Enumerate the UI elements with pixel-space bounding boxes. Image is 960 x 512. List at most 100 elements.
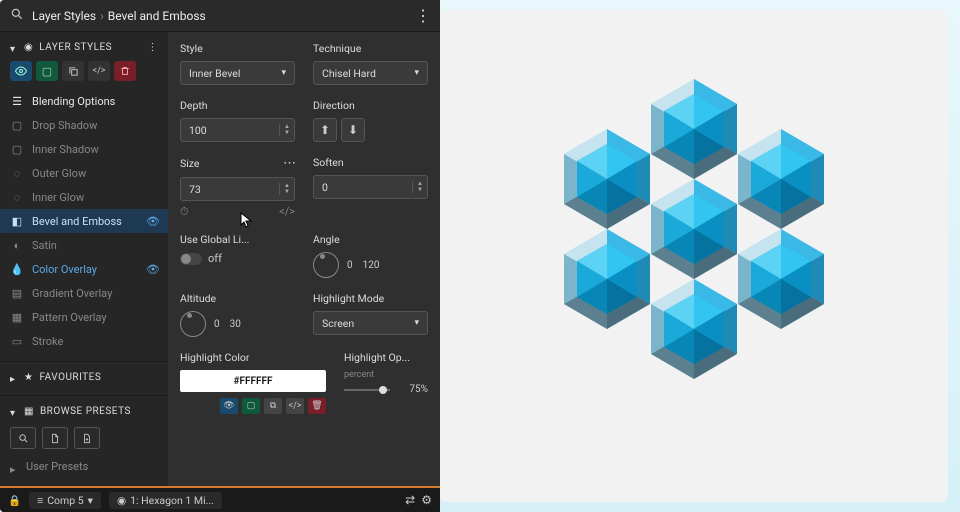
direction-up-button[interactable]: ⬆: [313, 118, 337, 142]
label-altitude: Altitude: [180, 292, 295, 305]
chevron-right-icon: ▸: [10, 463, 18, 471]
stepper-icon[interactable]: ▲▼: [412, 181, 423, 193]
stopwatch-icon[interactable]: ⏱: [180, 205, 189, 219]
section-layer-styles[interactable]: ▾ ◉ LAYER STYLES ⋮: [0, 38, 168, 57]
swatch-icon: ▦: [24, 406, 34, 417]
label-direction: Direction: [313, 99, 428, 112]
select-technique[interactable]: Chisel Hard▾: [313, 61, 428, 85]
stepper-icon[interactable]: ▲▼: [279, 183, 290, 195]
select-style[interactable]: Inner Bevel▾: [180, 61, 295, 85]
square-icon: ▢: [10, 142, 24, 156]
section-favourites[interactable]: ▸ ★ FAVOURITES: [0, 368, 168, 387]
label-technique: Technique: [313, 42, 428, 55]
section-label: FAVOURITES: [39, 372, 101, 383]
sidebar-item-blending[interactable]: ☰Blending Options: [0, 89, 168, 113]
sidebar-item-outer-glow[interactable]: ◌Outer Glow: [0, 161, 168, 185]
sidebar-item-pattern-overlay[interactable]: ▦Pattern Overlay: [0, 305, 168, 329]
section-label: BROWSE PRESETS: [40, 406, 131, 417]
sync-icon[interactable]: ⇄: [405, 493, 415, 507]
preset-file-button[interactable]: [42, 427, 68, 449]
label-highlight-mode: Highlight Mode: [313, 292, 428, 305]
breadcrumb-root[interactable]: Layer Styles: [32, 9, 96, 23]
sidebar-item-gradient-overlay[interactable]: ▤Gradient Overlay: [0, 281, 168, 305]
blend-icon: ☰: [10, 94, 24, 108]
toggle-global-light[interactable]: off: [180, 252, 295, 265]
mini-code-icon[interactable]: </>: [286, 398, 304, 414]
lock-icon[interactable]: 🔒: [8, 494, 21, 507]
more-icon[interactable]: ⋯: [283, 156, 295, 171]
pattern-icon: ▦: [10, 310, 24, 324]
input-soften[interactable]: 0▲▼: [313, 175, 428, 199]
search-icon[interactable]: [10, 7, 24, 24]
layer-styles-panel: Layer Styles›Bevel and Emboss ⋮ ▾ ◉ LAYE…: [0, 0, 440, 512]
toggle-label: off: [208, 252, 222, 265]
opacity-unit: percent: [344, 370, 428, 380]
angle-value-2: 120: [363, 260, 380, 271]
code-icon[interactable]: </>: [88, 61, 110, 81]
stepper-icon[interactable]: ▲▼: [279, 124, 290, 136]
section-dots-icon[interactable]: ⋮: [148, 42, 159, 53]
label-highlight-opacity: Highlight Op...: [344, 351, 428, 364]
label-angle: Angle: [313, 233, 428, 246]
sidebar-item-user-presets[interactable]: ▸User Presets: [0, 455, 168, 478]
panel-menu-icon[interactable]: ⋮: [415, 6, 430, 25]
mini-copy-icon[interactable]: ⧉: [264, 398, 282, 414]
chevron-down-icon: ▾: [414, 68, 419, 78]
dial-altitude[interactable]: [180, 311, 206, 337]
slider-highlight-opacity[interactable]: 75%: [344, 384, 428, 395]
sidebar-item-stroke[interactable]: ▭Stroke: [0, 329, 168, 353]
chevron-down-icon: ▾: [10, 408, 18, 416]
angle-value-1: 0: [347, 260, 353, 271]
canvas-area: [440, 10, 948, 502]
mini-eye-icon[interactable]: 👁: [220, 398, 238, 414]
sidebar-item-inner-glow[interactable]: ◌Inner Glow: [0, 185, 168, 209]
sidebar-item-inner-shadow[interactable]: ▢Inner Shadow: [0, 137, 168, 161]
mini-delete-icon[interactable]: 🗑: [308, 398, 326, 414]
star-icon: ★: [24, 372, 33, 383]
input-depth[interactable]: 100▲▼: [180, 118, 295, 142]
dial-angle[interactable]: [313, 252, 339, 278]
color-swatch[interactable]: #FFFFFF: [180, 370, 326, 392]
sidebar-item-color-overlay[interactable]: 💧Color Overlay👁: [0, 257, 168, 281]
sidebar-item-satin[interactable]: ◐Satin: [0, 233, 168, 257]
add-icon[interactable]: ▢: [36, 61, 58, 81]
input-size[interactable]: 73▲▼: [180, 177, 295, 201]
chevron-down-icon: ▾: [281, 68, 286, 78]
preset-add-button[interactable]: [74, 427, 100, 449]
settings-icon[interactable]: ⚙: [421, 493, 432, 507]
label-soften: Soften: [313, 156, 428, 169]
copy-icon[interactable]: [62, 61, 84, 81]
preset-search-button[interactable]: [10, 427, 36, 449]
bevel-icon: ◧: [10, 214, 24, 228]
camera-icon: ◉: [117, 494, 126, 507]
sidebar-item-bevel-emboss[interactable]: ◧Bevel and Emboss👁: [0, 209, 168, 233]
fx-icon: ◉: [24, 42, 33, 53]
hexagon-artwork: [494, 54, 894, 458]
mini-add-icon[interactable]: ▢: [242, 398, 260, 414]
glow-icon: ◌: [10, 190, 24, 204]
footer-comp[interactable]: ≡Comp 5▾: [29, 492, 101, 509]
layers-icon: ≡: [37, 494, 43, 507]
breadcrumb: Layer Styles›Bevel and Emboss: [32, 9, 206, 23]
direction-down-button[interactable]: ⬇: [341, 118, 365, 142]
chevron-right-icon: ▸: [10, 374, 18, 382]
eye-icon[interactable]: 👁: [146, 215, 158, 228]
controls-panel: Style Inner Bevel▾ Technique Chisel Hard…: [168, 32, 440, 486]
delete-icon[interactable]: [114, 61, 136, 81]
altitude-value-2: 30: [230, 319, 241, 330]
section-browse-presets[interactable]: ▾ ▦ BROWSE PRESETS: [0, 402, 168, 421]
label-size: Size⋯: [180, 156, 295, 171]
chevron-down-icon: ▾: [88, 494, 93, 507]
code-icon[interactable]: </>: [279, 205, 295, 219]
panel-header: Layer Styles›Bevel and Emboss ⋮: [0, 0, 440, 32]
sidebar-item-drop-shadow[interactable]: ▢Drop Shadow: [0, 113, 168, 137]
breadcrumb-leaf: Bevel and Emboss: [108, 9, 206, 23]
chevron-down-icon: ▾: [414, 318, 419, 328]
footer-layer[interactable]: ◉1: Hexagon 1 Mi...: [109, 492, 222, 509]
eye-icon[interactable]: 👁: [146, 263, 158, 276]
visibility-icon[interactable]: [10, 61, 32, 81]
label-global-light: Use Global Li...: [180, 233, 295, 246]
label-style: Style: [180, 42, 295, 55]
select-highlight-mode[interactable]: Screen▾: [313, 311, 428, 335]
square-icon: ▢: [10, 118, 24, 132]
